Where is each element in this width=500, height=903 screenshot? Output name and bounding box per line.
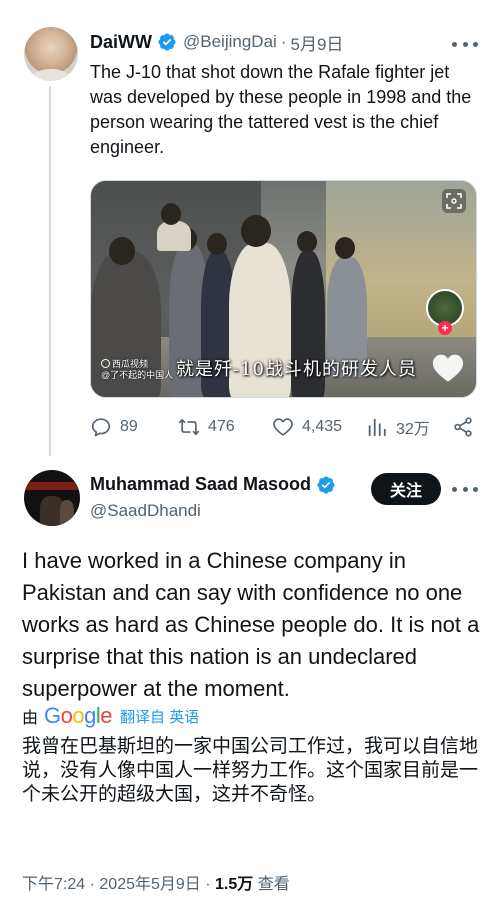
reply-author-name[interactable]: Muhammad Saad Masood [90,474,311,495]
tweet-full-date[interactable]: 2025年5月9日 [99,876,200,893]
video-watermark: 西瓜视频 @了不起的中国人 [101,359,173,381]
more-icon[interactable] [452,479,478,499]
watermark-line1: 西瓜视频 [112,359,149,369]
views-count: 32万 [396,421,430,438]
reply-count: 89 [120,418,138,435]
tweet-date[interactable]: 5月9日 [290,30,343,55]
reply-icon [91,418,111,437]
person-head [207,233,227,255]
reply-author-avatar[interactable] [24,470,80,526]
video-media[interactable]: 西瓜视频 @了不起的中国人 就是歼-10战斗机的研发人员 + [90,180,477,398]
verified-badge-icon [317,475,335,494]
person-head [335,237,355,259]
views-icon [368,418,386,437]
views-total: 1.5万 [215,876,254,893]
reply-button[interactable]: 89 [90,414,138,440]
translated-text: 我曾在巴基斯坦的一家中国公司工作过，我可以自信地说，没有人像中国人一样努力工作。… [22,736,479,805]
parent-tweet[interactable]: DaiWW @BeijingDai · 5月9日 The J-10 that s… [0,0,500,456]
expand-icon[interactable] [442,189,466,213]
more-icon[interactable] [452,34,478,54]
avatar-figure-shape [60,500,74,526]
like-button[interactable]: 4,435 [272,414,342,440]
views-button[interactable]: 32万 [366,414,430,440]
author-handle[interactable]: @BeijingDai [183,32,277,52]
repost-icon [178,418,200,436]
share-icon [454,417,472,437]
google-logo: Google [44,703,113,728]
separator-dot: · [89,876,95,893]
person-head [241,215,271,247]
verified-badge-icon [158,33,176,51]
watermark-logo-icon [101,359,110,368]
thread-line [49,86,51,456]
parent-header: DaiWW @BeijingDai · 5月9日 [90,30,343,54]
separator-dot: · [205,876,211,893]
parent-tweet-text: The J-10 that shot down the Rafale fight… [90,62,472,157]
follow-button[interactable]: 关注 [371,473,441,505]
repost-button[interactable]: 476 [178,414,235,440]
translated-from-link[interactable]: 翻译自 英语 [120,706,199,727]
person-head [161,203,181,225]
avatar-band-shape [24,482,80,490]
views-label: 查看 [257,876,290,893]
like-count: 4,435 [302,418,343,435]
translation-attribution: 由 Google 翻译自 英语 [22,703,199,728]
tweet-meta: 下午7:24 · 2025年5月9日 · 1.5万 查看 [22,870,290,894]
translated-by-label: 由 [22,710,39,727]
separator-dot: · [280,32,287,51]
person-shape [157,221,191,251]
author-avatar[interactable] [24,27,78,81]
author-name[interactable]: DaiWW [90,32,152,53]
person-head [297,231,317,253]
like-icon [273,418,293,436]
watermark-line2: @了不起的中国人 [101,370,174,380]
heart-overlay-icon[interactable] [430,351,466,383]
reply-author-row: Muhammad Saad Masood [90,474,336,495]
video-caption: 就是歼-10战斗机的研发人员 [176,359,417,380]
tweet-time[interactable]: 下午7:24 [22,876,85,893]
repost-count: 476 [208,418,235,435]
person-head [109,237,135,265]
reply-tweet-text: I have worked in a Chinese company in Pa… [22,548,480,701]
share-button[interactable] [452,414,482,440]
avatar-shirt-shape [32,69,70,81]
follow-plus-icon[interactable]: + [438,321,452,335]
tweet-actions: 89 476 4,435 32万 [90,414,477,440]
reply-author-handle[interactable]: @SaadDhandi [90,501,201,521]
